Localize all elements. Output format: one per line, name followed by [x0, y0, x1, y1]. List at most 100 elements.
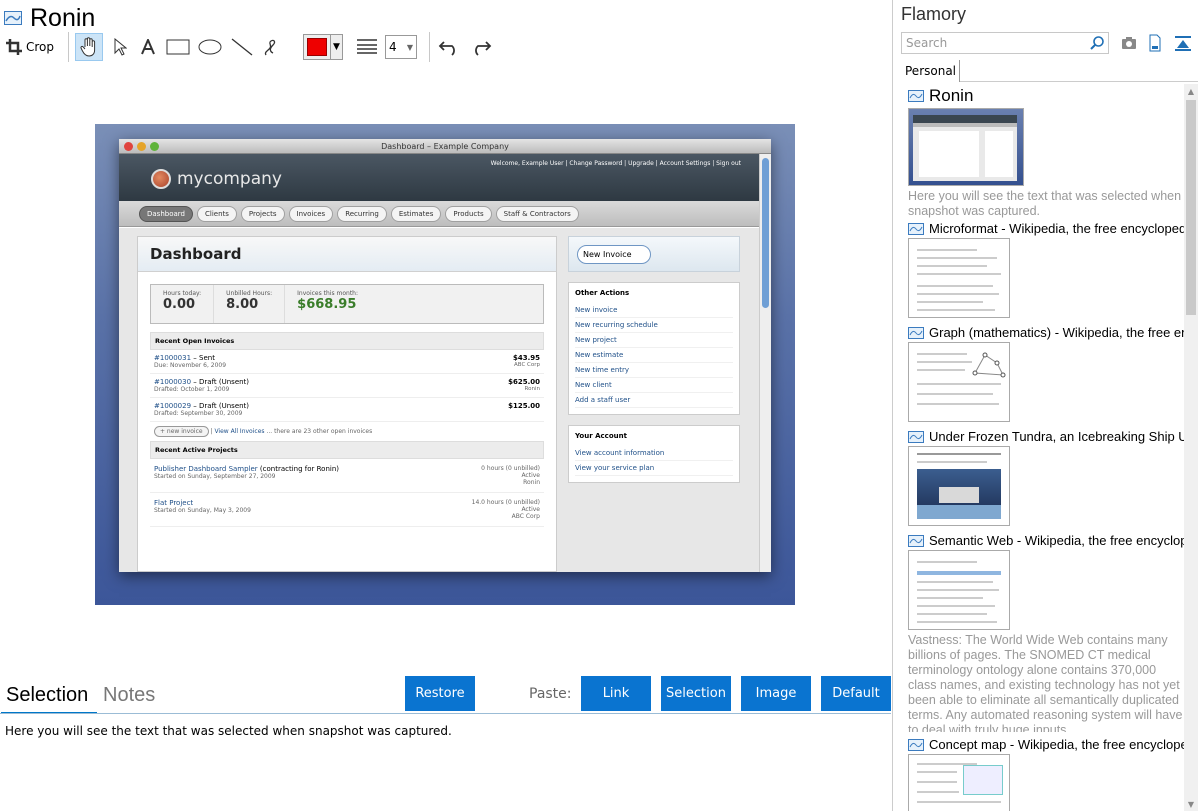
toolbar: Crop ▼ 4 ▼: [4, 32, 500, 62]
snapshot-item-header: Graph (mathematics) - Wikipedia, the fre…: [908, 325, 1184, 340]
snapshot-list-item[interactable]: Under Frozen Tundra, an Icebreaking Ship…: [908, 429, 1184, 526]
tab-personal[interactable]: Personal: [898, 60, 960, 82]
captured-titlebar: Dashboard – Example Company: [119, 139, 771, 154]
paste-default-button[interactable]: Default: [821, 676, 891, 711]
ellipse-icon: [198, 39, 222, 55]
snapshot-list-item[interactable]: Semantic Web - Wikipedia, the free encyc…: [908, 533, 1184, 732]
collapse-icon[interactable]: [1174, 34, 1192, 52]
captured-body: Dashboard Hours today: 0.00 Unbilled Hour…: [119, 228, 759, 572]
action-link: New estimate: [575, 348, 733, 363]
line-width-select[interactable]: 4 ▼: [385, 35, 418, 59]
snapshot-icon: [908, 430, 924, 443]
invoice-sub: Drafted: October 1, 2009: [154, 386, 230, 393]
snapshot-list-item[interactable]: Ronin Here you will see the text that wa…: [908, 86, 1184, 219]
captured-stats: Hours today: 0.00 Unbilled Hours: 8.00 Inv…: [150, 284, 544, 324]
snapshot-icon: [908, 90, 924, 102]
paste-image-button[interactable]: Image: [741, 676, 811, 711]
restore-button[interactable]: Restore: [405, 676, 475, 711]
snapshot-item-desc: Here you will see the text that was sele…: [908, 189, 1182, 218]
captured-nav-item: Products: [445, 205, 492, 222]
project-state: Active: [521, 472, 540, 479]
rectangle-icon: [166, 39, 190, 55]
account-box: Your Account View account information Vi…: [568, 425, 740, 483]
stat-label: Unbilled Hours:: [226, 290, 273, 297]
stat-value: 0.00: [163, 297, 196, 312]
snapshot-list-item[interactable]: Concept map - Wikipedia, the free encycl…: [908, 737, 1184, 811]
hand-tool-button[interactable]: [75, 33, 104, 61]
divider: [960, 81, 1198, 82]
traffic-lights: [124, 142, 159, 151]
logo-text: mycompany: [177, 169, 282, 189]
captured-nav-item: Estimates: [390, 205, 442, 222]
project-sub: Started on Sunday, May 3, 2009: [154, 507, 251, 514]
invoice-amount: $125.00: [508, 402, 540, 410]
other-actions-box: Other Actions New invoice New recurring …: [568, 282, 740, 415]
snapshot-item-header: Ronin: [908, 86, 1184, 106]
account-link: View account information: [575, 446, 733, 461]
divider: [0, 713, 891, 714]
page-title: Ronin: [30, 3, 96, 32]
sidebar-scrollbar[interactable]: ▲ ▼: [1184, 84, 1198, 811]
document-icon[interactable]: [1146, 34, 1164, 52]
line-tool-button[interactable]: [229, 33, 255, 61]
invoice-client: ABC Corp: [514, 362, 540, 368]
action-link: New recurring schedule: [575, 318, 733, 333]
paste-selection-button[interactable]: Selection: [661, 676, 731, 711]
hand-icon: [80, 37, 96, 57]
captured-top-links: Welcome, Example User | Change Password …: [490, 160, 741, 167]
captured-sidebar: New Invoice Other Actions New invoice Ne…: [568, 236, 740, 483]
camera-icon[interactable]: [1120, 34, 1138, 52]
crop-button[interactable]: Crop: [4, 33, 56, 61]
invoice-id: #1000030: [154, 378, 192, 386]
snapshot-list-item[interactable]: Graph (mathematics) - Wikipedia, the fre…: [908, 325, 1184, 422]
snapshot-list-item[interactable]: Microformat - Wikipedia, the free encycl…: [908, 221, 1184, 318]
snapshot-item-desc: Vastness: The World Wide Web contains ma…: [908, 633, 1183, 732]
undo-button[interactable]: [436, 33, 462, 61]
invoice-sub: Due: November 6, 2009: [154, 362, 227, 369]
freehand-tool-button[interactable]: [261, 33, 283, 61]
invoices-heading: Recent Open Invoices: [150, 332, 544, 350]
captured-logo: mycompany: [151, 169, 282, 189]
tab-selection[interactable]: Selection: [6, 684, 88, 707]
search-icon[interactable]: [1089, 35, 1105, 51]
action-link: Add a staff user: [575, 393, 733, 408]
snapshot-item-title: Semantic Web - Wikipedia, the free encyc…: [929, 533, 1184, 548]
action-link: New project: [575, 333, 733, 348]
text-tool-button[interactable]: [137, 33, 159, 61]
new-invoice-label: New Invoice: [577, 244, 651, 264]
action-link: New time entry: [575, 363, 733, 378]
toolbar-divider: [68, 32, 70, 62]
toolbar-divider: [429, 32, 431, 62]
line-width-icon: [355, 33, 379, 61]
selection-text-area[interactable]: Here you will see the text that was sele…: [5, 724, 452, 738]
search-input[interactable]: Search: [901, 32, 1109, 54]
scroll-up-icon[interactable]: ▲: [1184, 84, 1198, 98]
paste-link-button[interactable]: Link: [581, 676, 651, 711]
crop-icon: [6, 39, 22, 55]
ellipse-tool-button[interactable]: [197, 33, 223, 61]
redo-button[interactable]: [468, 33, 494, 61]
snapshot-image[interactable]: Dashboard – Example Company mycompany We…: [95, 124, 795, 605]
select-tool-button[interactable]: [109, 33, 131, 61]
invoice-sub: Drafted: September 30, 2009: [154, 410, 243, 417]
snapshot-item-header: Semantic Web - Wikipedia, the free encyc…: [908, 533, 1184, 548]
projects-heading: Recent Active Projects: [150, 441, 544, 459]
captured-nav-item: Projects: [240, 205, 285, 222]
stat-box: Unbilled Hours: 8.00: [214, 285, 286, 323]
snapshot-item-header: Concept map - Wikipedia, the free encycl…: [908, 737, 1184, 752]
scroll-thumb[interactable]: [1186, 100, 1196, 315]
color-swatch: [307, 38, 328, 56]
line-width-value: 4: [389, 40, 397, 54]
scroll-down-icon[interactable]: ▼: [1184, 797, 1198, 811]
snapshot-icon: [908, 534, 924, 547]
logo-icon: [151, 169, 171, 189]
rectangle-tool-button[interactable]: [165, 33, 191, 61]
captured-nav-item: Clients: [196, 205, 237, 222]
captured-header: mycompany Welcome, Example User | Change…: [119, 154, 771, 201]
project-row: Flat Project Started on Sunday, May 3, 20…: [150, 493, 544, 527]
snapshot-thumbnail: [908, 550, 1010, 630]
color-picker[interactable]: ▼: [303, 34, 344, 60]
tab-notes[interactable]: Notes: [103, 684, 155, 707]
chevron-down-icon: ▼: [330, 35, 342, 59]
invoice-amount: $625.00: [508, 378, 540, 386]
